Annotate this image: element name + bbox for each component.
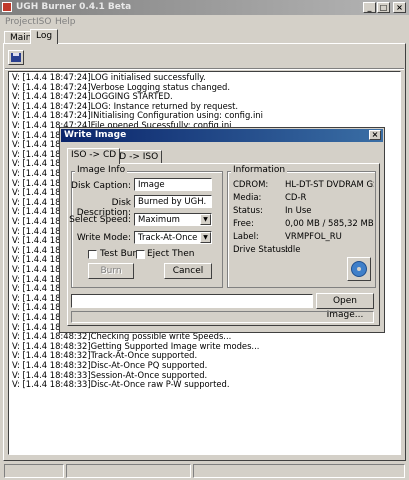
drive-status-value: Idle: [285, 245, 301, 255]
speed-label: Select Speed:: [69, 215, 131, 225]
eject-label: Eject Then: [147, 249, 195, 259]
refresh-disc-button[interactable]: [347, 257, 371, 281]
status-value: In Use: [285, 206, 312, 216]
caption-input[interactable]: Image: [134, 178, 212, 191]
tab-log[interactable]: Log: [30, 29, 59, 44]
cd-icon: [351, 261, 367, 277]
information-label: Information: [231, 165, 288, 175]
app-icon: [2, 2, 12, 12]
disc-label-label: Label:: [233, 232, 259, 242]
status-panel-2: [66, 464, 191, 478]
chevron-down-icon[interactable]: ▼: [200, 214, 211, 225]
close-button[interactable]: ×: [393, 2, 406, 13]
description-input[interactable]: Burned by UGH.: [134, 195, 212, 208]
image-path-input[interactable]: [71, 294, 313, 308]
caption-label: Disk Caption:: [71, 181, 131, 191]
media-label: Media:: [233, 193, 262, 203]
tab-iso-to-cd[interactable]: ISO -> CD: [67, 148, 121, 164]
menu-help[interactable]: Help: [55, 17, 76, 27]
image-info-label: Image Info: [75, 165, 128, 175]
minimize-button[interactable]: _: [363, 2, 376, 13]
write-image-dialog: Write Image × ISO -> CD CD -> ISO Image …: [59, 127, 385, 333]
media-value: CD-R: [285, 193, 307, 203]
write-progress-bar: [71, 311, 374, 323]
maximize-button[interactable]: □: [377, 2, 390, 13]
dialog-title: Write Image: [64, 130, 127, 140]
log-line: V: [1.4.4 18:48:33]Disc-At-Once raw P-W …: [12, 379, 230, 390]
mode-label: Write Mode:: [76, 233, 131, 243]
open-image-button[interactable]: Open Image...: [316, 293, 374, 320]
window-title: UGH Burner 0.4.1 Beta: [16, 2, 132, 12]
test-burn-checkbox[interactable]: [88, 250, 97, 259]
status-panel-1: [4, 464, 64, 478]
chevron-down-icon[interactable]: ▼: [200, 232, 211, 243]
speed-select[interactable]: Maximum ▼: [134, 213, 212, 226]
status-label: Status:: [233, 206, 263, 216]
cdrom-value: HL-DT-ST DVDRAM GSA-H10: [285, 180, 374, 190]
cdrom-label: CDROM:: [233, 180, 269, 190]
toolbar-divider: [5, 68, 404, 70]
dialog-title-bar: Write Image ×: [61, 129, 383, 142]
floppy-disk-icon: [11, 53, 21, 62]
drive-status-label: Drive Status:: [233, 245, 289, 255]
burn-button[interactable]: Burn: [88, 263, 134, 279]
cancel-button[interactable]: Cancel: [164, 263, 212, 279]
speed-select-value: Maximum: [138, 215, 180, 225]
window-title-bar: UGH Burner 0.4.1 Beta _ □ ×: [0, 0, 409, 15]
save-button[interactable]: [8, 50, 24, 65]
dialog-close-button[interactable]: ×: [369, 130, 381, 140]
status-panel-3: [193, 464, 405, 478]
free-value: 0,00 MB / 585,32 MB: [285, 219, 374, 229]
menu-iso[interactable]: ISO: [36, 17, 51, 27]
eject-checkbox[interactable]: [136, 250, 145, 259]
menu-bar: Project ISO Help: [0, 15, 409, 28]
disc-label-value: VRMPFOL_RU: [285, 232, 342, 242]
write-mode-select[interactable]: Track-At-Once ▼: [134, 231, 212, 244]
write-mode-value: Track-At-Once: [138, 233, 198, 243]
status-bar: [0, 462, 409, 480]
menu-project[interactable]: Project: [5, 17, 36, 27]
free-label: Free:: [233, 219, 254, 229]
